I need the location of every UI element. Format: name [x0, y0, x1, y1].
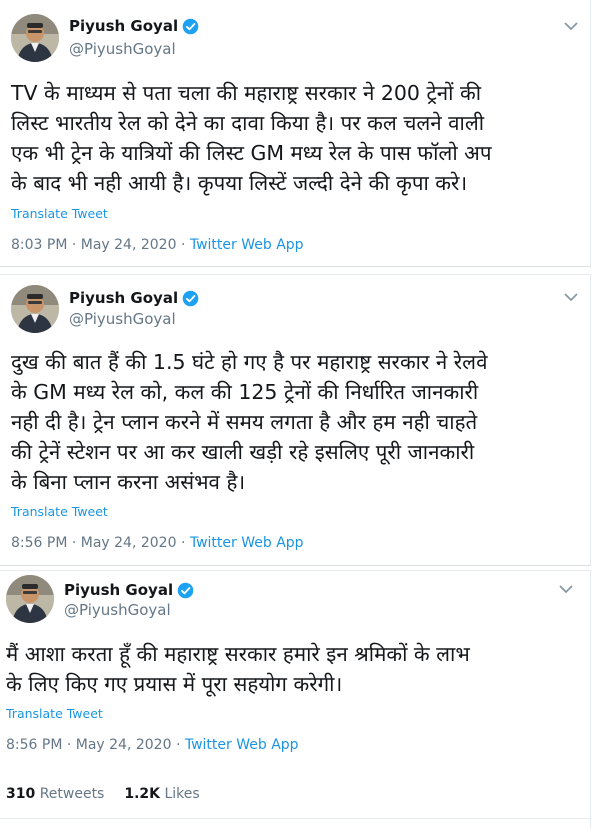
translate-tweet-link[interactable]: Translate Tweet	[6, 706, 103, 721]
retweets-label: Retweets	[39, 786, 105, 802]
tweet-meta: 8:56 PM · May 24, 2020 · Twitter Web App	[6, 737, 299, 753]
likes-stat[interactable]: 1.2K Likes	[124, 786, 199, 802]
avatar[interactable]	[11, 14, 59, 62]
translate-tweet-link[interactable]: Translate Tweet	[11, 206, 108, 221]
tweet-source-link[interactable]: Twitter Web App	[190, 535, 304, 551]
retweets-stat[interactable]: 310 Retweets	[6, 786, 104, 802]
avatar[interactable]	[11, 285, 59, 333]
author-handle[interactable]: @PiyushGoyal	[69, 310, 176, 328]
engagement-stats: 310 Retweets 1.2K Likes	[6, 786, 200, 802]
tweet-1[interactable]: Piyush Goyal @PiyushGoyal TV के माध्यम स…	[0, 0, 591, 267]
divider	[0, 818, 590, 819]
retweets-count: 310	[6, 786, 36, 802]
tweet-text: मैं आशा करता हूँ की महाराष्ट्र सरकार हमा…	[6, 642, 470, 696]
tweet-meta: 8:56 PM · May 24, 2020 · Twitter Web App	[11, 535, 304, 551]
chevron-down-icon[interactable]	[563, 291, 579, 303]
likes-count: 1.2K	[124, 786, 161, 802]
translate-tweet-link[interactable]: Translate Tweet	[11, 504, 108, 519]
tweet-2[interactable]: Piyush Goyal @PiyushGoyal दुख की बात हैं…	[0, 274, 591, 566]
tweet-text: TV के माध्यम से पता चला की महाराष्ट्र सर…	[11, 81, 492, 195]
verified-badge-icon	[182, 290, 199, 306]
avatar[interactable]	[6, 575, 54, 623]
tweet-source-link[interactable]: Twitter Web App	[185, 737, 299, 753]
tweet-source-link[interactable]: Twitter Web App	[190, 237, 304, 253]
chevron-down-icon[interactable]	[558, 583, 574, 595]
chevron-down-icon[interactable]	[563, 20, 579, 32]
tweet-meta: 8:03 PM · May 24, 2020 · Twitter Web App	[11, 237, 304, 253]
tweet-timestamp[interactable]: 8:56 PM · May 24, 2020 ·	[6, 737, 185, 753]
author-name[interactable]: Piyush Goyal	[69, 17, 178, 35]
tweet-timestamp[interactable]: 8:03 PM · May 24, 2020 ·	[11, 237, 190, 253]
author-handle[interactable]: @PiyushGoyal	[69, 40, 176, 58]
verified-badge-icon	[182, 18, 199, 34]
likes-label: Likes	[164, 786, 200, 802]
tweet-text: दुख की बात हैं की 1.5 घंटे हो गए है पर म…	[11, 350, 488, 494]
tweet-timestamp[interactable]: 8:56 PM · May 24, 2020 ·	[11, 535, 190, 551]
verified-badge-icon	[177, 582, 194, 598]
author-name[interactable]: Piyush Goyal	[69, 289, 178, 307]
tweet-thread: Piyush Goyal @PiyushGoyal TV के माध्यम स…	[0, 0, 606, 830]
author-handle[interactable]: @PiyushGoyal	[64, 601, 171, 619]
author-name[interactable]: Piyush Goyal	[64, 581, 173, 599]
